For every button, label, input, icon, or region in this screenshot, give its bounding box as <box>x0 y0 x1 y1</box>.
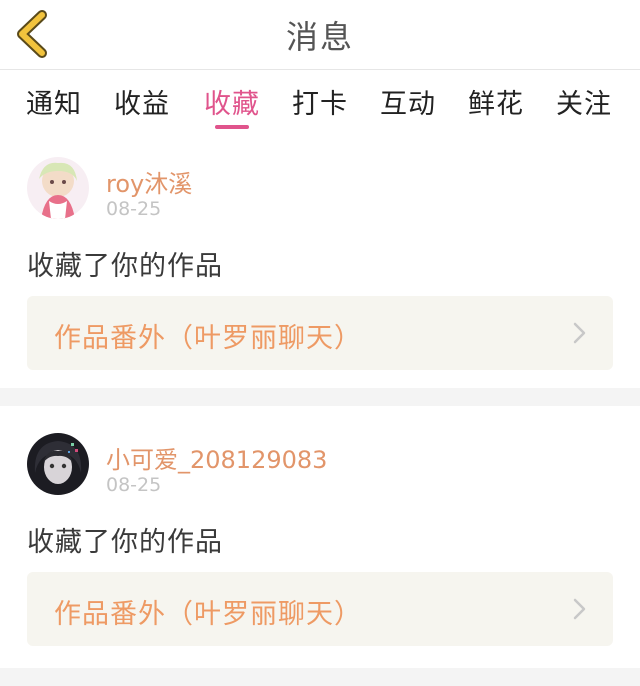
divider <box>0 668 640 686</box>
divider <box>0 388 640 406</box>
tab-earnings[interactable]: 收益 <box>102 82 182 121</box>
top-bar: 消息 <box>0 0 640 70</box>
message-card: 小可爱_208129083 08-25 收藏了你的作品 作品番外（叶罗丽聊天） <box>0 406 640 668</box>
action-text: 收藏了你的作品 <box>27 527 223 558</box>
username[interactable]: 小可爱_208129083 <box>106 440 327 475</box>
tab-bar: 通知 收益 收藏 打卡 互动 鲜花 关注 <box>0 72 640 138</box>
work-title: 作品番外（叶罗丽聊天） <box>54 323 362 354</box>
active-tab-indicator <box>215 125 249 129</box>
avatar[interactable] <box>27 433 89 495</box>
tab-checkin[interactable]: 打卡 <box>280 82 360 121</box>
tab-notifications[interactable]: 通知 <box>14 82 94 121</box>
work-title: 作品番外（叶罗丽聊天） <box>54 599 362 630</box>
tab-flowers[interactable]: 鲜花 <box>456 82 536 121</box>
timestamp: 08-25 <box>106 198 162 220</box>
work-link[interactable]: 作品番外（叶罗丽聊天） <box>27 572 613 646</box>
timestamp: 08-25 <box>106 474 162 496</box>
action-text: 收藏了你的作品 <box>27 251 223 282</box>
message-card: roy沐溪 08-25 收藏了你的作品 作品番外（叶罗丽聊天） <box>0 140 640 388</box>
tab-follows[interactable]: 关注 <box>544 82 624 121</box>
chevron-right-icon <box>573 598 586 620</box>
tab-favorites[interactable]: 收藏 <box>192 82 272 121</box>
username[interactable]: roy沐溪 <box>106 164 192 199</box>
chevron-right-icon <box>573 322 586 344</box>
avatar[interactable] <box>27 157 89 219</box>
page-title: 消息 <box>285 18 354 56</box>
work-link[interactable]: 作品番外（叶罗丽聊天） <box>27 296 613 370</box>
tab-interactions[interactable]: 互动 <box>368 82 448 121</box>
